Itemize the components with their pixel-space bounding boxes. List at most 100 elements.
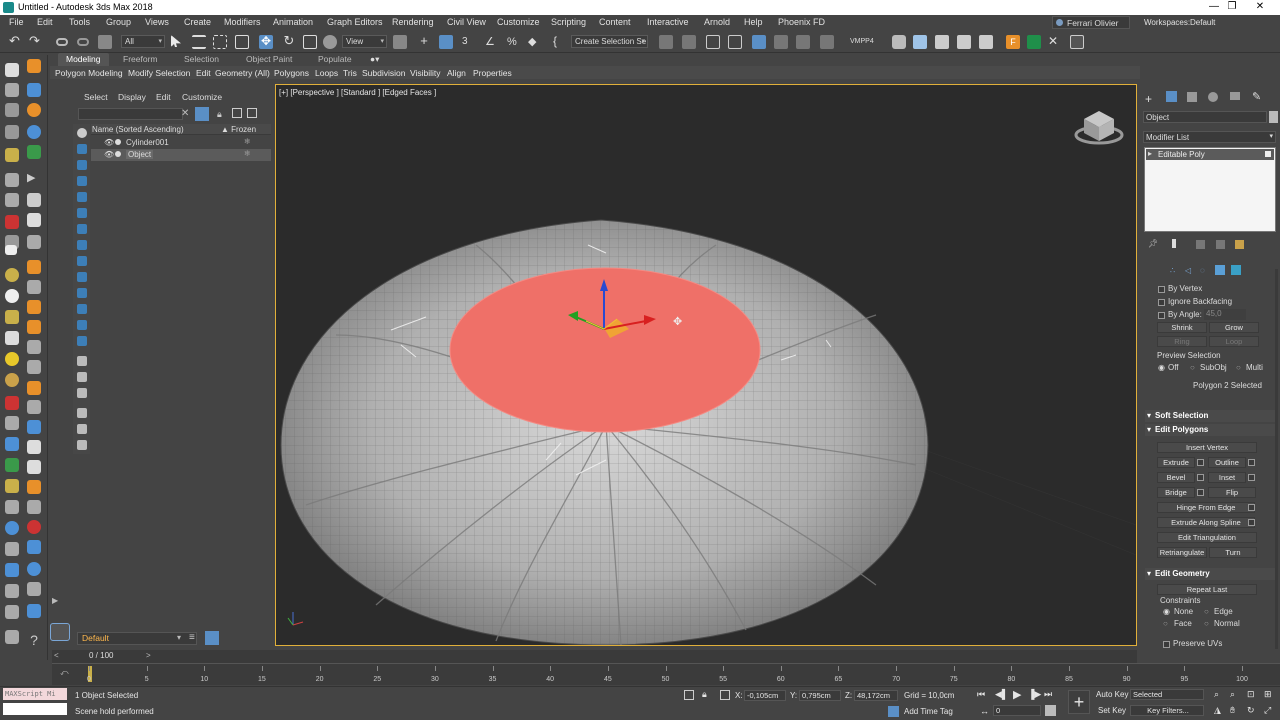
soft-selection-rollout[interactable]: Soft Selection — [1145, 410, 1275, 422]
column-frozen[interactable]: ▲ Frozen — [221, 125, 256, 134]
ribbon-toggle-icon[interactable] — [752, 35, 766, 49]
pin-stack-icon[interactable]: 📌︎ — [1148, 239, 1158, 248]
phoenix-fire-icon[interactable]: F — [1006, 35, 1020, 49]
menu-civil-view[interactable]: Civil View — [447, 17, 486, 27]
minimize-button[interactable]: — — [1204, 1, 1224, 12]
expand-arrow-icon[interactable]: ▶ — [52, 596, 66, 610]
explorer-search-input[interactable] — [78, 108, 183, 120]
zoom-icon[interactable]: ⌕ — [1214, 689, 1219, 700]
go-to-start-icon[interactable]: ⏮ — [977, 689, 985, 700]
object-name-field[interactable]: Object — [1143, 111, 1267, 123]
dots-icon[interactable] — [27, 145, 41, 159]
edit-named-selection-icon[interactable]: { — [553, 35, 567, 49]
clear-search-icon[interactable]: ✕ — [181, 108, 189, 119]
menu-rendering[interactable]: Rendering — [392, 17, 434, 27]
stack-toggle-icon[interactable] — [1265, 151, 1271, 157]
explorer-tab-display[interactable]: Display — [118, 92, 146, 102]
selection-lock-icon[interactable]: 🔒︎ — [702, 689, 707, 700]
next-frame-icon[interactable]: ▐▶ — [1028, 689, 1041, 700]
border-mode-icon[interactable]: ◌ — [1200, 266, 1205, 275]
calculator-icon[interactable] — [1070, 35, 1084, 49]
by-vertex-checkbox[interactable] — [1158, 286, 1165, 293]
mesh-icon[interactable] — [5, 500, 19, 514]
hidden-filter-icon[interactable] — [77, 320, 87, 330]
ribbon-visibility[interactable]: Visibility — [410, 68, 441, 78]
preview-subobj-radio[interactable]: ○ — [1190, 363, 1195, 372]
current-frame-field[interactable]: 0 — [993, 705, 1041, 716]
maxscript-listener-input[interactable]: MAXScript Mi — [3, 688, 67, 700]
workspaces-dropdown[interactable]: Default — [1190, 18, 1215, 27]
stop-icon[interactable] — [27, 213, 41, 227]
sphere-white-icon[interactable] — [5, 289, 19, 303]
sphere-blue-icon[interactable] — [27, 604, 41, 618]
key-filters-button[interactable]: Key Filters... — [1130, 705, 1204, 716]
track-bar[interactable]: ⤺ 0 5 10 15 20 25 30 35 40 45 50 55 60 65 70 75 80 85 90 95… — [52, 663, 1280, 685]
create-tab-icon[interactable]: + — [1145, 92, 1152, 106]
extrude-button[interactable]: Extrude — [1157, 457, 1195, 468]
time-tag-icon[interactable] — [888, 706, 899, 717]
configure-modifier-sets-icon[interactable] — [1235, 240, 1244, 249]
scene-explorer-toggle-icon[interactable] — [706, 35, 720, 49]
modify-tab-icon[interactable] — [1166, 91, 1177, 102]
play-animation-icon[interactable]: ▶ — [1013, 688, 1021, 701]
lock-explorer-icon[interactable]: 🔒︎ — [217, 109, 222, 120]
groups-filter-icon[interactable] — [77, 240, 87, 250]
bin-icon[interactable] — [27, 235, 41, 249]
tab-modeling[interactable]: Modeling — [58, 53, 109, 66]
absolute-mode-icon[interactable] — [720, 690, 730, 700]
helpers-filter-icon[interactable] — [77, 208, 87, 218]
field-of-view-icon[interactable]: ◮ — [1214, 705, 1221, 716]
ribbon-tris[interactable]: Tris — [343, 68, 357, 78]
remove-modifier-icon[interactable] — [1216, 240, 1225, 249]
edge-mode-icon[interactable]: ◁ — [1185, 266, 1191, 275]
shape-icon[interactable] — [5, 310, 19, 324]
tool-icon[interactable] — [27, 500, 41, 514]
bind-space-warp-icon[interactable] — [98, 35, 112, 49]
lock-icon[interactable] — [27, 440, 41, 454]
fire-4-icon[interactable] — [27, 320, 41, 334]
wrench-icon[interactable] — [5, 173, 19, 187]
menu-graph-editors[interactable]: Graph Editors — [327, 17, 383, 27]
bones-filter-icon[interactable] — [77, 272, 87, 282]
keyboard-shortcut-override-icon[interactable] — [439, 35, 453, 49]
inset-settings-icon[interactable] — [1248, 474, 1255, 481]
xrefs-filter-icon[interactable] — [77, 256, 87, 266]
render-in-cloud-icon[interactable] — [979, 35, 993, 49]
display-tab-icon[interactable] — [1230, 92, 1240, 100]
tag-icon[interactable] — [77, 440, 87, 450]
fire-2-icon[interactable] — [27, 260, 41, 274]
ribbon-polygon-modeling[interactable]: Polygon Modeling — [55, 68, 123, 78]
retriangulate-button[interactable]: Retriangulate — [1157, 547, 1207, 558]
shield-icon[interactable] — [5, 605, 19, 619]
modifier-list-dropdown[interactable]: Modifier List ▾ — [1143, 131, 1276, 143]
forest-tree-icon[interactable] — [1027, 35, 1041, 49]
flip-button[interactable]: Flip — [1208, 487, 1256, 498]
shapes-filter-icon[interactable] — [77, 160, 87, 170]
object-color-swatch[interactable] — [1269, 111, 1278, 123]
link-2-icon[interactable] — [27, 360, 41, 374]
particle-icon[interactable] — [27, 280, 41, 294]
play-icon[interactable]: ▶ — [27, 171, 41, 185]
tab-populate[interactable]: Populate — [318, 54, 352, 64]
layer-explorer-icon[interactable] — [728, 35, 742, 49]
z-coordinate-field[interactable]: 48,172cm — [854, 690, 898, 701]
command-panel-scrollbar[interactable] — [1275, 269, 1278, 649]
zoom-all-icon[interactable]: ⌕ — [1230, 689, 1235, 700]
mirror-icon[interactable] — [659, 35, 673, 49]
ignore-backfacing-checkbox[interactable] — [1158, 299, 1165, 306]
viewport-layout-icon[interactable] — [50, 623, 70, 641]
panel-icon[interactable] — [5, 125, 19, 139]
percent-snap-icon[interactable]: % — [507, 35, 521, 49]
ribbon-options-icon[interactable]: ●▾ — [370, 54, 379, 65]
layers-icon[interactable] — [247, 108, 257, 118]
warp-icon[interactable] — [27, 582, 41, 596]
fire-5-icon[interactable] — [27, 381, 41, 395]
ribbon-subdivision[interactable]: Subdivision — [362, 68, 405, 78]
globe-icon[interactable] — [5, 521, 19, 535]
edit-geometry-rollout[interactable]: Edit Geometry — [1145, 568, 1275, 580]
cone-icon[interactable] — [5, 331, 19, 345]
menu-file[interactable]: File — [9, 17, 24, 27]
layer-dropdown-arrow-icon[interactable]: ▾ — [177, 633, 181, 642]
cameras-filter-icon[interactable] — [77, 192, 87, 202]
snaps-toggle-icon[interactable]: 3 — [462, 35, 476, 49]
